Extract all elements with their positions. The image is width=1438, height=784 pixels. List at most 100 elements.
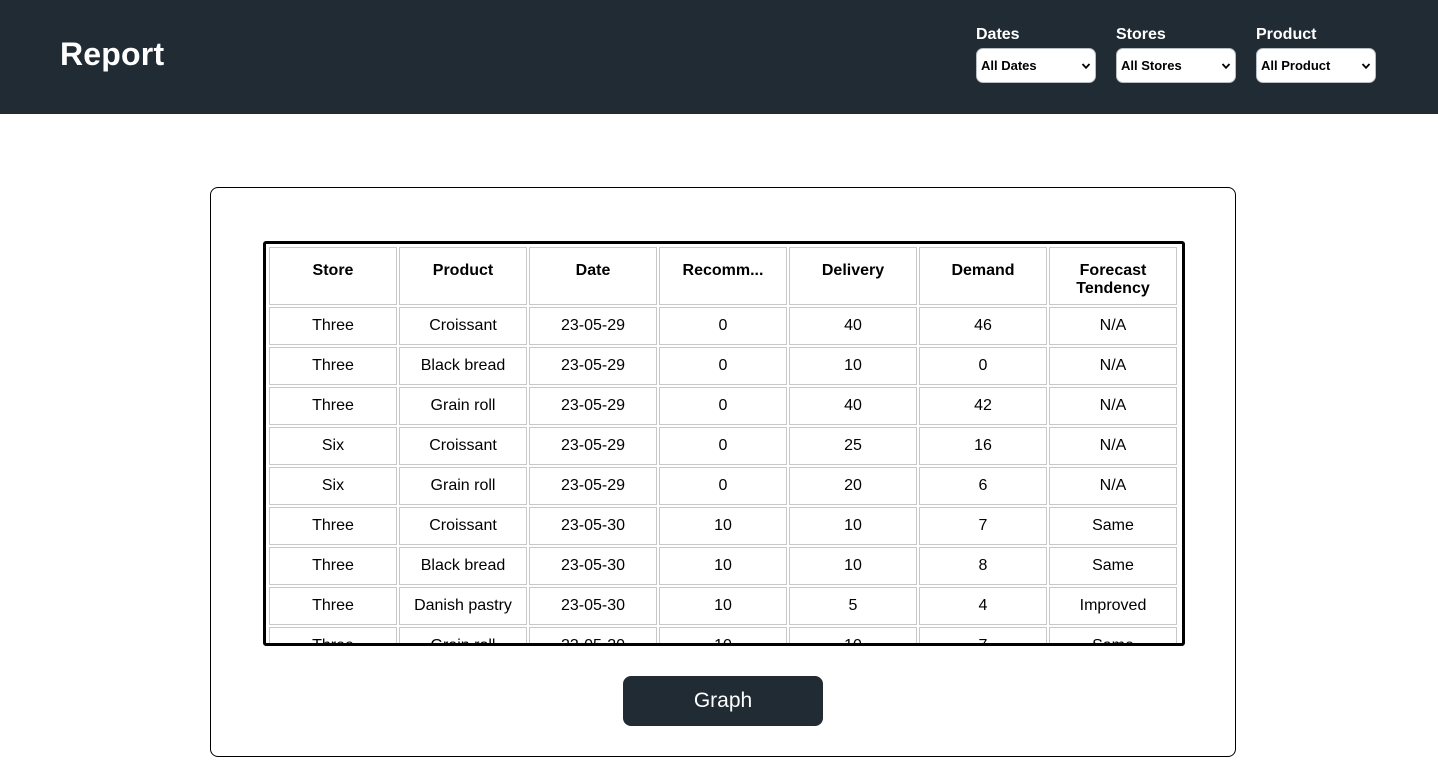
cell-date: 23-05-29 — [529, 387, 657, 425]
table-row[interactable]: Three Grain roll 23-05-29 0 40 42 N/A — [269, 387, 1177, 425]
cell-store: Three — [269, 547, 397, 585]
table-row[interactable]: Six Croissant 23-05-29 0 25 16 N/A — [269, 427, 1177, 465]
cell-date: 23-05-29 — [529, 347, 657, 385]
table-row[interactable]: Three Croissant 23-05-30 10 10 7 Same — [269, 507, 1177, 545]
column-header-product[interactable]: Product — [399, 247, 527, 305]
cell-product: Grain roll — [399, 627, 527, 643]
cell-demand: 7 — [919, 507, 1047, 545]
cell-delivery: 40 — [789, 307, 917, 345]
table-header-row: Store Product Date Recomm... Delivery De… — [269, 247, 1177, 305]
column-header-forecast-tendency[interactable]: Forecast Tendency — [1049, 247, 1177, 305]
cell-date: 23-05-29 — [529, 307, 657, 345]
cell-date: 23-05-30 — [529, 587, 657, 625]
chevron-down-icon — [1361, 62, 1371, 69]
cell-delivery: 5 — [789, 587, 917, 625]
cell-date: 23-05-30 — [529, 507, 657, 545]
cell-store: Three — [269, 627, 397, 643]
table-row[interactable]: Three Grain roll 23-05-30 10 10 7 Same — [269, 627, 1177, 643]
table-row[interactable]: Three Danish pastry 23-05-30 10 5 4 Improved — [269, 587, 1177, 625]
product-select[interactable]: All Product — [1256, 48, 1376, 83]
cell-demand: 0 — [919, 347, 1047, 385]
cell-forecast-tendency: Same — [1049, 547, 1177, 585]
dates-select[interactable]: All Dates — [976, 48, 1096, 83]
cell-demand: 4 — [919, 587, 1047, 625]
table-body: Three Croissant 23-05-29 0 40 46 N/A Three Black… — [269, 307, 1177, 643]
cell-product: Danish pastry — [399, 587, 527, 625]
cell-demand: 16 — [919, 427, 1047, 465]
chevron-down-icon — [1081, 62, 1091, 69]
stores-select-value: All Stores — [1121, 58, 1182, 73]
table-row[interactable]: Three Black bread 23-05-29 0 10 0 N/A — [269, 347, 1177, 385]
report-table-scroll[interactable]: Store Product Date Recomm... Delivery De… — [263, 241, 1185, 646]
cell-delivery: 40 — [789, 387, 917, 425]
cell-store: Three — [269, 587, 397, 625]
stores-filter: Stores All Stores — [1116, 25, 1236, 83]
dates-select-value: All Dates — [981, 58, 1037, 73]
cell-product: Black bread — [399, 347, 527, 385]
cell-demand: 6 — [919, 467, 1047, 505]
column-header-delivery[interactable]: Delivery — [789, 247, 917, 305]
cell-recommendation: 0 — [659, 467, 787, 505]
graph-button[interactable]: Graph — [623, 676, 823, 726]
chevron-down-icon — [1221, 62, 1231, 69]
cell-forecast-tendency: Improved — [1049, 587, 1177, 625]
cell-store: Three — [269, 307, 397, 345]
cell-date: 23-05-29 — [529, 427, 657, 465]
column-header-recommendation[interactable]: Recomm... — [659, 247, 787, 305]
cell-recommendation: 10 — [659, 507, 787, 545]
cell-product: Black bread — [399, 547, 527, 585]
cell-date: 23-05-30 — [529, 627, 657, 643]
cell-forecast-tendency: N/A — [1049, 307, 1177, 345]
table-row[interactable]: Three Croissant 23-05-29 0 40 46 N/A — [269, 307, 1177, 345]
product-select-value: All Product — [1261, 58, 1331, 73]
product-filter: Product All Product — [1256, 25, 1376, 83]
dates-filter: Dates All Dates — [976, 25, 1096, 83]
column-header-date[interactable]: Date — [529, 247, 657, 305]
cell-forecast-tendency: N/A — [1049, 427, 1177, 465]
cell-store: Three — [269, 347, 397, 385]
cell-demand: 7 — [919, 627, 1047, 643]
cell-store: Six — [269, 427, 397, 465]
cell-recommendation: 0 — [659, 387, 787, 425]
cell-forecast-tendency: N/A — [1049, 467, 1177, 505]
cell-date: 23-05-30 — [529, 547, 657, 585]
cell-recommendation: 10 — [659, 627, 787, 643]
cell-product: Grain roll — [399, 467, 527, 505]
cell-demand: 42 — [919, 387, 1047, 425]
cell-product: Croissant — [399, 507, 527, 545]
cell-recommendation: 0 — [659, 427, 787, 465]
table-row[interactable]: Six Grain roll 23-05-29 0 20 6 N/A — [269, 467, 1177, 505]
cell-recommendation: 0 — [659, 307, 787, 345]
stores-select[interactable]: All Stores — [1116, 48, 1236, 83]
report-card: Store Product Date Recomm... Delivery De… — [210, 187, 1236, 757]
column-header-demand[interactable]: Demand — [919, 247, 1047, 305]
stores-filter-label: Stores — [1116, 26, 1166, 43]
cell-recommendation: 0 — [659, 347, 787, 385]
cell-forecast-tendency: N/A — [1049, 347, 1177, 385]
cell-delivery: 10 — [789, 347, 917, 385]
dates-filter-label: Dates — [976, 26, 1020, 43]
cell-delivery: 20 — [789, 467, 917, 505]
cell-product: Croissant — [399, 307, 527, 345]
cell-recommendation: 10 — [659, 587, 787, 625]
cell-delivery: 25 — [789, 427, 917, 465]
table-row[interactable]: Three Black bread 23-05-30 10 10 8 Same — [269, 547, 1177, 585]
cell-product: Croissant — [399, 427, 527, 465]
product-filter-label: Product — [1256, 26, 1317, 43]
cell-demand: 8 — [919, 547, 1047, 585]
page-title: Report — [60, 36, 165, 72]
cell-store: Three — [269, 387, 397, 425]
cell-date: 23-05-29 — [529, 467, 657, 505]
cell-forecast-tendency: Same — [1049, 507, 1177, 545]
cell-demand: 46 — [919, 307, 1047, 345]
cell-store: Three — [269, 507, 397, 545]
cell-delivery: 10 — [789, 507, 917, 545]
report-table: Store Product Date Recomm... Delivery De… — [267, 245, 1179, 643]
cell-delivery: 10 — [789, 627, 917, 643]
cell-product: Grain roll — [399, 387, 527, 425]
cell-delivery: 10 — [789, 547, 917, 585]
cell-forecast-tendency: Same — [1049, 627, 1177, 643]
column-header-store[interactable]: Store — [269, 247, 397, 305]
cell-forecast-tendency: N/A — [1049, 387, 1177, 425]
cell-recommendation: 10 — [659, 547, 787, 585]
